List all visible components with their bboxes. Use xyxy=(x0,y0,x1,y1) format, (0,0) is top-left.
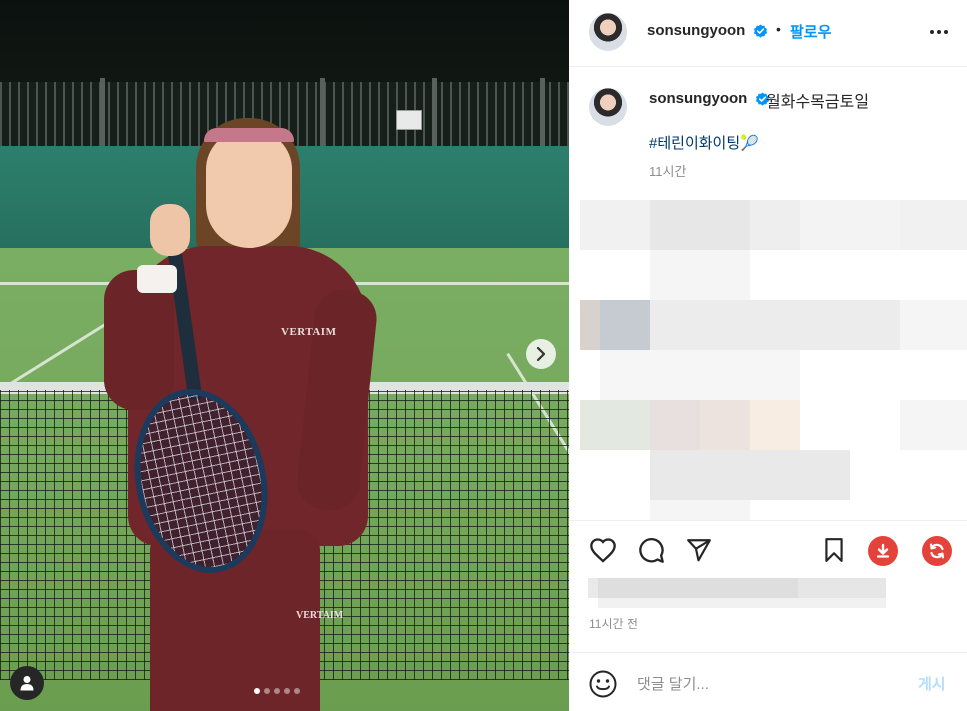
photo-sweatshirt-logo: VERTAIM xyxy=(281,326,337,338)
post-comment-button[interactable]: 게시 xyxy=(918,673,946,694)
post-side-panel: sonsungyoon • 팔로우 sonsungyoon 월화수목금토일 #테… xyxy=(569,0,967,711)
verified-badge-icon xyxy=(753,24,768,38)
comment-bar: 게시 xyxy=(569,652,967,711)
blur-block xyxy=(800,200,900,250)
refresh-button[interactable] xyxy=(922,536,952,566)
likes-blurred xyxy=(588,578,886,608)
carousel-dot xyxy=(254,688,260,694)
photo-sign xyxy=(396,110,422,130)
blur-block xyxy=(900,400,967,450)
blur-block xyxy=(588,578,598,598)
chevron-right-icon xyxy=(536,347,546,361)
blur-block xyxy=(650,200,750,250)
share-button[interactable] xyxy=(683,535,715,565)
more-options-button[interactable] xyxy=(925,20,953,44)
comment-icon xyxy=(639,538,664,563)
photo-pants-logo: VERTAIM xyxy=(296,610,344,621)
comment-input[interactable] xyxy=(637,669,907,699)
tagged-users-button[interactable] xyxy=(10,666,44,700)
blur-block xyxy=(650,400,700,450)
save-button[interactable] xyxy=(818,535,850,565)
blur-block xyxy=(650,500,750,520)
blur-block xyxy=(650,450,850,500)
hashtag-text[interactable]: #테린이화이팅 xyxy=(649,135,740,152)
carousel-next-button[interactable] xyxy=(526,339,556,369)
emoji-icon[interactable] xyxy=(588,669,618,699)
caption-hashtag[interactable]: #테린이화이팅🎾 xyxy=(649,132,759,153)
tennis-emoji: 🎾 xyxy=(740,135,759,152)
post-photo[interactable]: VERTAIM VERTAIM xyxy=(0,0,569,711)
more-options-icon xyxy=(930,30,934,34)
paper-plane-icon xyxy=(687,539,711,562)
more-options-dot xyxy=(944,30,948,34)
more-options-dot xyxy=(937,30,941,34)
heart-icon xyxy=(590,538,616,563)
blur-block xyxy=(700,400,750,450)
comment-button[interactable] xyxy=(635,535,667,565)
caption-text: 월화수목금토일 xyxy=(766,94,870,111)
user-tag-icon xyxy=(20,676,34,691)
bookmark-icon xyxy=(825,538,843,562)
photo-person-face xyxy=(206,130,292,248)
blur-block xyxy=(650,300,900,350)
follow-button[interactable]: 팔로우 xyxy=(790,21,831,42)
like-button[interactable] xyxy=(587,535,619,565)
blur-block xyxy=(798,578,886,598)
blur-block xyxy=(598,578,798,598)
download-button[interactable] xyxy=(868,536,898,566)
blur-block xyxy=(600,350,800,400)
blur-block xyxy=(580,300,600,350)
carousel-dot xyxy=(264,688,270,694)
post-header: sonsungyoon • 팔로우 xyxy=(569,0,967,67)
carousel-dot xyxy=(274,688,280,694)
refresh-icon xyxy=(930,543,944,559)
blur-block xyxy=(750,200,800,250)
blur-block xyxy=(598,598,886,608)
blur-block xyxy=(900,200,967,250)
download-icon xyxy=(876,543,890,558)
blur-block xyxy=(580,200,650,250)
blur-block xyxy=(750,400,800,450)
carousel-dot xyxy=(284,688,290,694)
header-username[interactable]: sonsungyoon xyxy=(647,22,745,39)
blur-block xyxy=(900,300,967,350)
caption-username[interactable]: sonsungyoon xyxy=(649,90,747,107)
blur-block xyxy=(650,250,750,300)
carousel-dot xyxy=(294,688,300,694)
caption-avatar[interactable] xyxy=(589,88,627,126)
photo-wristband xyxy=(137,265,177,293)
carousel-dots xyxy=(254,688,300,694)
blur-block xyxy=(580,400,650,450)
post-timestamp: 11시간 전 xyxy=(589,617,638,631)
comments-blurred xyxy=(580,200,967,520)
caption-timestamp: 11시간 xyxy=(649,164,687,179)
header-separator: • xyxy=(776,21,781,37)
post-actions xyxy=(569,520,967,576)
avatar[interactable] xyxy=(589,13,627,51)
blur-block xyxy=(600,300,650,350)
photo-headband xyxy=(204,128,294,142)
photo-person-hand xyxy=(150,204,190,256)
